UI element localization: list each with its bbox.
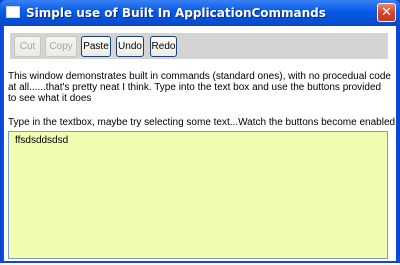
command-toolbar: Cut Copy Paste Undo Redo bbox=[10, 33, 388, 59]
paste-button[interactable]: Paste bbox=[81, 36, 111, 57]
close-button[interactable]: ✕ bbox=[377, 3, 396, 22]
text-input-box[interactable]: ffsdsddsdsd bbox=[8, 131, 388, 259]
window-title: Simple use of Built In ApplicationComman… bbox=[26, 6, 326, 20]
copy-button[interactable]: Copy bbox=[45, 36, 77, 57]
instruction-text: Type in the textbox, maybe try selecting… bbox=[8, 117, 396, 128]
close-icon: ✕ bbox=[381, 5, 392, 20]
undo-button[interactable]: Undo bbox=[116, 36, 144, 57]
redo-button[interactable]: Redo bbox=[150, 36, 177, 57]
title-bar[interactable]: Simple use of Built In ApplicationComman… bbox=[0, 0, 400, 26]
client-area: Cut Copy Paste Undo Redo This window dem… bbox=[4, 26, 396, 261]
cut-button[interactable]: Cut bbox=[14, 36, 41, 57]
description-text: This window demonstrates built in comman… bbox=[8, 71, 391, 104]
window-icon bbox=[6, 6, 20, 18]
